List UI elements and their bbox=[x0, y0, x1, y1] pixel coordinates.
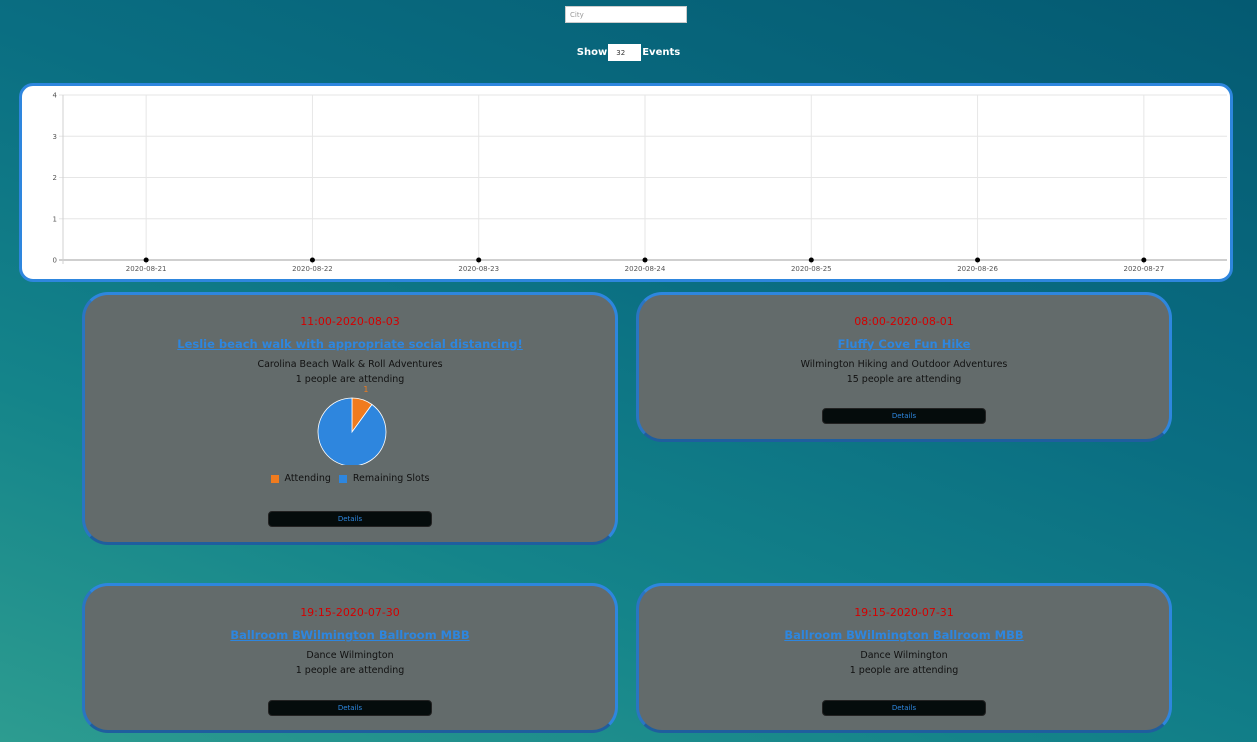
data-point bbox=[642, 257, 648, 263]
data-point bbox=[975, 257, 981, 263]
event-attending-count: 15 people are attending bbox=[846, 374, 962, 385]
attendance-pie-chart: 19 bbox=[317, 385, 387, 465]
y-tick-label: 1 bbox=[53, 215, 57, 223]
event-time: 19:15-2020-07-31 bbox=[854, 606, 954, 619]
x-tick-label: 2020-08-24 bbox=[625, 265, 666, 273]
x-tick-label: 2020-08-23 bbox=[458, 265, 499, 273]
details-button[interactable]: Details bbox=[268, 511, 432, 527]
event-title-link[interactable]: Ballroom BWilmington Ballroom MBB bbox=[85, 628, 615, 642]
legend-swatch-attending bbox=[270, 474, 279, 483]
event-organizer: Dance Wilmington bbox=[860, 650, 948, 661]
y-tick-label: 0 bbox=[53, 257, 57, 265]
x-tick-label: 2020-08-21 bbox=[126, 265, 167, 273]
city-search-input[interactable] bbox=[565, 6, 687, 23]
event-time: 08:00-2020-08-01 bbox=[854, 315, 954, 328]
event-title-link[interactable]: Fluffy Cove Fun Hike bbox=[639, 337, 1169, 351]
event-card: 11:00-2020-08-03 Leslie beach walk with … bbox=[82, 292, 618, 545]
x-tick-label: 2020-08-27 bbox=[1124, 265, 1165, 273]
pie-legend: Attending Remaining Slots bbox=[85, 473, 615, 484]
details-button[interactable]: Details bbox=[822, 700, 986, 716]
data-point bbox=[143, 257, 149, 263]
events-chart: 0 1 2 3 4 2020-08-21 2020-08-22 2020-08-23 2020-… bbox=[19, 83, 1233, 282]
legend-swatch-remaining bbox=[338, 474, 347, 483]
x-tick-label: 2020-08-26 bbox=[957, 265, 998, 273]
event-organizer: Wilmington Hiking and Outdoor Adventures bbox=[800, 359, 1008, 370]
event-organizer: Dance Wilmington bbox=[306, 650, 394, 661]
data-point bbox=[476, 257, 482, 263]
event-card: 19:15-2020-07-31 Ballroom BWilmington Ba… bbox=[636, 583, 1172, 733]
event-time: 19:15-2020-07-30 bbox=[300, 606, 400, 619]
details-button[interactable]: Details bbox=[268, 700, 432, 716]
show-events-row: Show Events bbox=[0, 44, 1257, 61]
pie-value-label: 1 bbox=[363, 385, 368, 394]
events-chart-svg: 0 1 2 3 4 2020-08-21 2020-08-22 2020-08-23 2020-… bbox=[53, 92, 1227, 273]
event-card: 08:00-2020-08-01 Fluffy Cove Fun Hike Wi… bbox=[636, 292, 1172, 442]
event-attending-count: 1 people are attending bbox=[295, 665, 405, 676]
event-attending-count: 1 people are attending bbox=[849, 665, 959, 676]
y-tick-label: 2 bbox=[53, 174, 57, 182]
y-tick-label: 3 bbox=[53, 133, 57, 141]
data-point bbox=[1141, 257, 1147, 263]
legend-label-attending: Attending bbox=[284, 473, 331, 484]
pie-slice-remaining bbox=[317, 397, 387, 465]
x-tick-label: 2020-08-25 bbox=[791, 265, 832, 273]
event-title-link[interactable]: Ballroom BWilmington Ballroom MBB bbox=[639, 628, 1169, 642]
events-label: Events bbox=[642, 47, 681, 58]
event-card: 19:15-2020-07-30 Ballroom BWilmington Ba… bbox=[82, 583, 618, 733]
legend-label-remaining: Remaining Slots bbox=[352, 473, 430, 484]
event-count-input[interactable] bbox=[608, 44, 642, 61]
y-tick-label: 4 bbox=[53, 92, 58, 100]
details-button[interactable]: Details bbox=[822, 408, 986, 424]
data-point bbox=[808, 257, 814, 263]
show-label: Show bbox=[576, 47, 608, 58]
x-tick-label: 2020-08-22 bbox=[292, 265, 333, 273]
data-point bbox=[309, 257, 315, 263]
